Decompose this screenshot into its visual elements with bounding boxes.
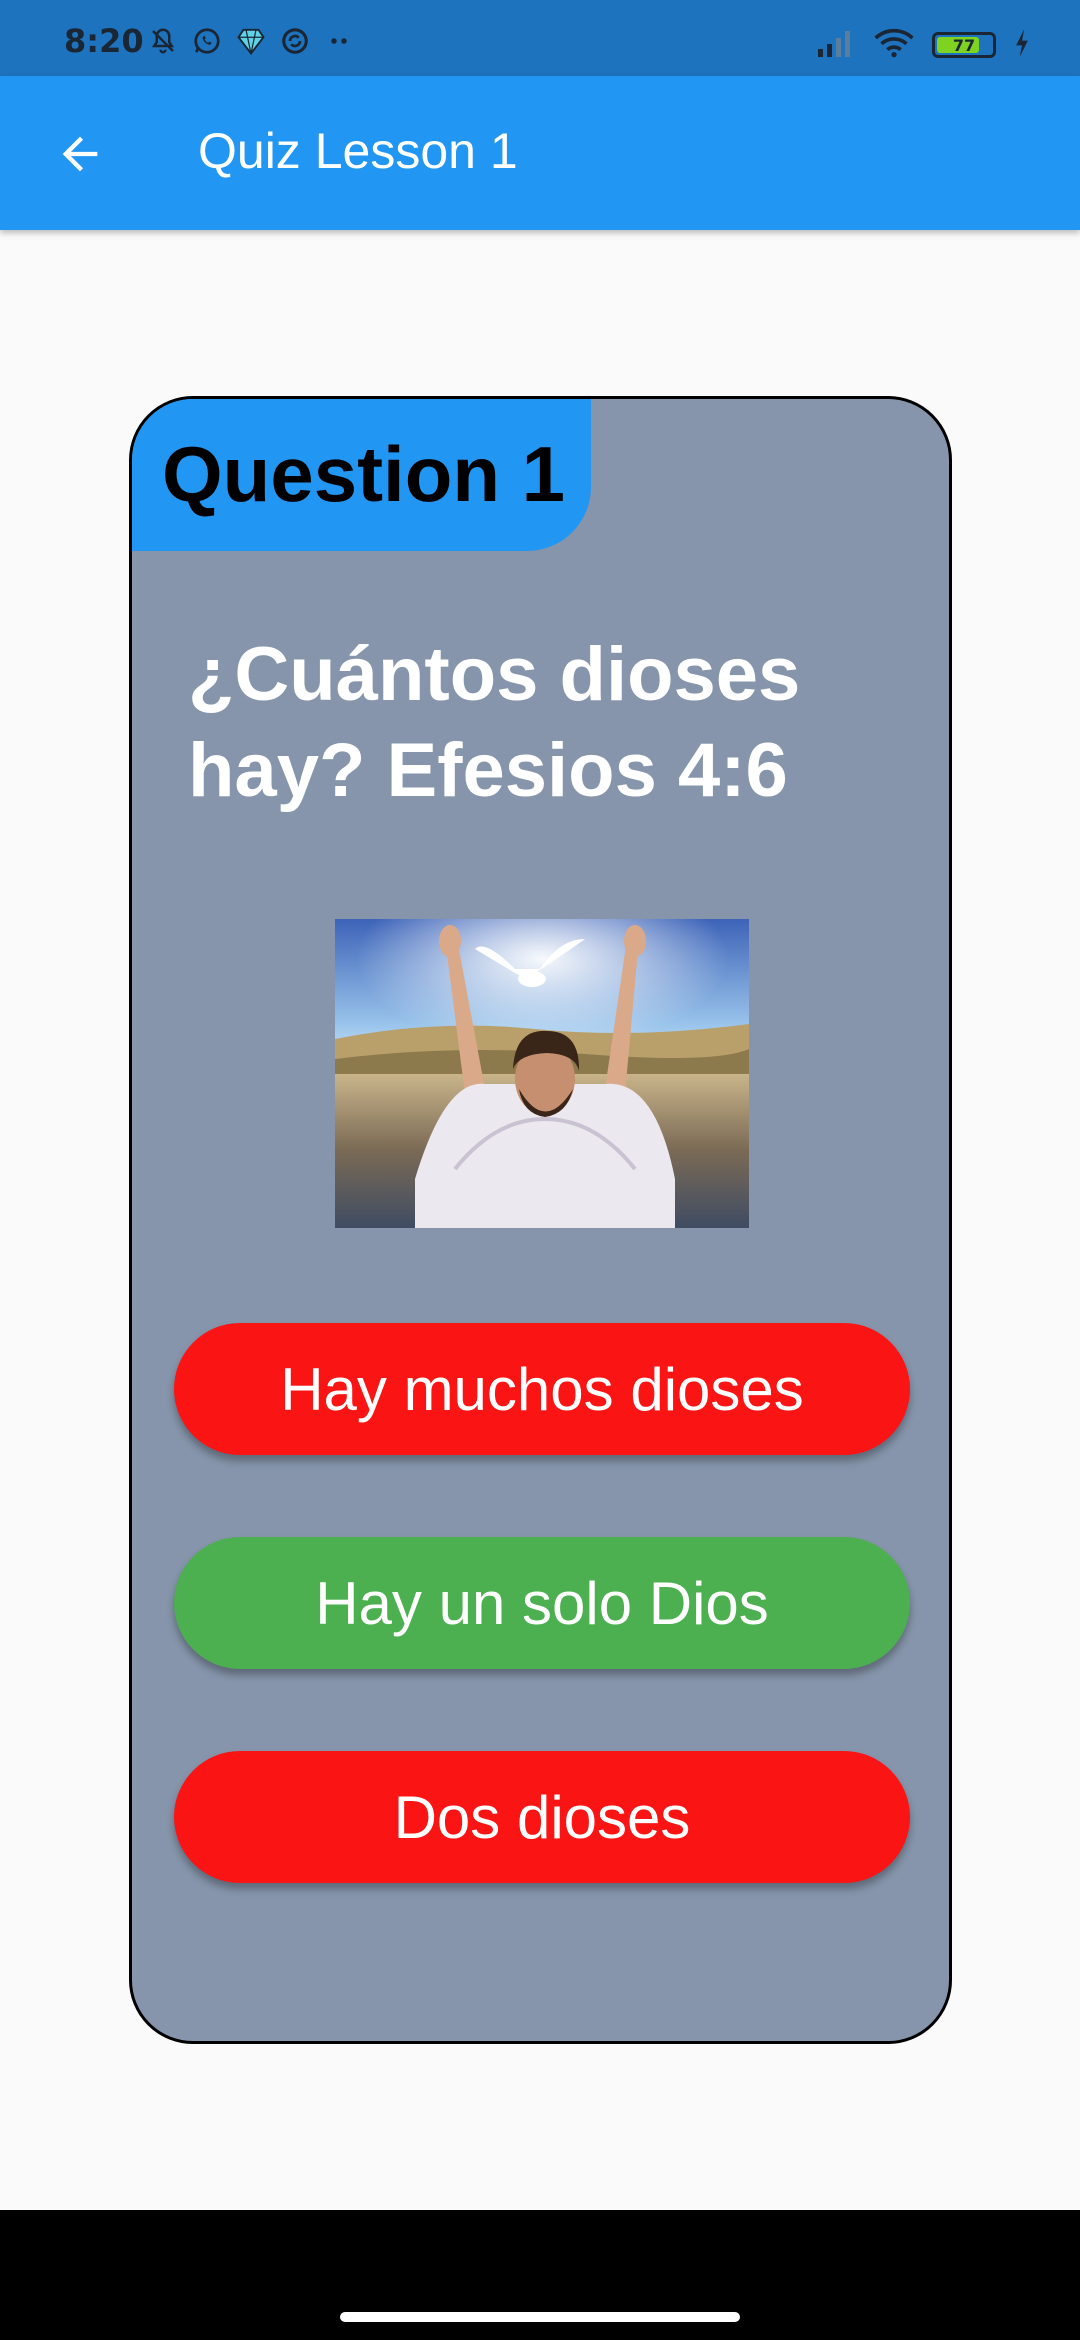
question-tab: Question 1: [132, 399, 591, 551]
status-time: 8:20: [64, 22, 144, 60]
app-bar: Quiz Lesson 1: [0, 76, 1080, 230]
answer-button-1[interactable]: Hay muchos dioses: [174, 1323, 910, 1455]
wifi-icon: [874, 28, 914, 62]
screen: 8:20 77 Quiz Lesson 1 Question 1 ¿Cuánto…: [0, 0, 1080, 2340]
home-indicator[interactable]: [340, 2312, 740, 2322]
charging-icon: [1014, 29, 1030, 61]
page-title: Quiz Lesson 1: [198, 123, 518, 179]
answer-label: Hay un solo Dios: [315, 1569, 769, 1637]
battery-level: 77: [952, 35, 976, 55]
question-card: Question 1 ¿Cuántos dioses hay? Efesios …: [129, 396, 952, 2044]
more-notifications-icon: [324, 26, 354, 56]
question-image: [335, 919, 749, 1228]
question-text: ¿Cuántos dioses hay? Efesios 4:6: [188, 632, 801, 813]
question-number: Question 1: [162, 430, 566, 518]
arrow-back-icon: [62, 136, 98, 172]
sync-icon: [280, 26, 310, 56]
gem-icon: [236, 26, 266, 56]
status-bar: 8:20 77: [0, 0, 1080, 76]
mute-icon: [148, 26, 178, 56]
signal-icon: [816, 29, 856, 61]
answer-button-2[interactable]: Hay un solo Dios: [174, 1537, 910, 1669]
answer-label: Dos dioses: [393, 1783, 691, 1851]
notification-icons: [148, 26, 354, 56]
battery-icon: 77: [932, 32, 996, 58]
system-icons: 77: [816, 28, 1030, 62]
answer-label: Hay muchos dioses: [280, 1355, 804, 1423]
back-button[interactable]: [40, 114, 120, 194]
whatsapp-icon: [192, 26, 222, 56]
answer-button-3[interactable]: Dos dioses: [174, 1751, 910, 1883]
